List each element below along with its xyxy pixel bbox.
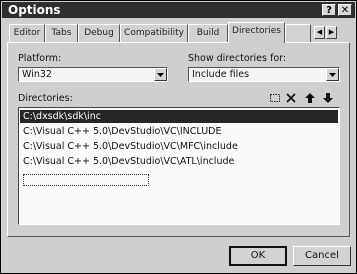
- cancel-button[interactable]: Cancel: [293, 246, 351, 266]
- new-directory-icon[interactable]: [269, 92, 281, 104]
- tab-overflow[interactable]: [285, 24, 311, 42]
- show-directories-value: Include files: [192, 69, 250, 80]
- tab-debug[interactable]: Debug: [78, 24, 120, 42]
- platform-select[interactable]: Win32: [18, 67, 168, 82]
- tab-editor[interactable]: Editor: [9, 24, 45, 42]
- delete-icon[interactable]: [285, 92, 297, 104]
- directories-list[interactable]: C:\dxsdk\sdk\inc C:\Visual C++ 5.0\DevSt…: [18, 107, 340, 225]
- window-title: Options: [8, 3, 61, 17]
- options-dialog: Options ? ✕ Editor Tabs Debug Compatibil…: [0, 0, 357, 274]
- move-down-icon[interactable]: [322, 92, 334, 104]
- tab-tabs[interactable]: Tabs: [45, 24, 78, 42]
- directories-label: Directories:: [18, 93, 73, 104]
- tab-scroll-left-icon[interactable]: ◀: [314, 26, 325, 39]
- platform-value: Win32: [22, 69, 52, 80]
- title-bar[interactable]: Options ? ✕: [2, 2, 355, 18]
- list-item[interactable]: C:\Visual C++ 5.0\DevStudio\VC\INCLUDE: [23, 125, 222, 138]
- close-button[interactable]: ✕: [338, 4, 352, 16]
- show-directories-select[interactable]: Include files: [188, 67, 340, 82]
- tab-compatibility[interactable]: Compatibility: [120, 24, 188, 42]
- chevron-down-icon[interactable]: [326, 68, 339, 81]
- help-button[interactable]: ?: [322, 4, 336, 16]
- tab-build[interactable]: Build: [188, 24, 228, 42]
- list-item[interactable]: C:\Visual C++ 5.0\DevStudio\VC\ATL\inclu…: [23, 155, 234, 168]
- tab-directories[interactable]: Directories: [228, 22, 285, 43]
- platform-label: Platform:: [18, 53, 62, 64]
- ok-button[interactable]: OK: [229, 246, 287, 266]
- show-directories-label: Show directories for:: [188, 53, 287, 64]
- tab-scroll-right-icon[interactable]: ▶: [326, 26, 337, 39]
- chevron-down-icon[interactable]: [154, 68, 167, 81]
- move-up-icon[interactable]: [304, 92, 316, 104]
- list-item[interactable]: C:\Visual C++ 5.0\DevStudio\VC\MFC\inclu…: [23, 140, 238, 153]
- new-entry-placeholder[interactable]: [23, 174, 149, 186]
- list-item[interactable]: C:\dxsdk\sdk\inc: [20, 110, 338, 123]
